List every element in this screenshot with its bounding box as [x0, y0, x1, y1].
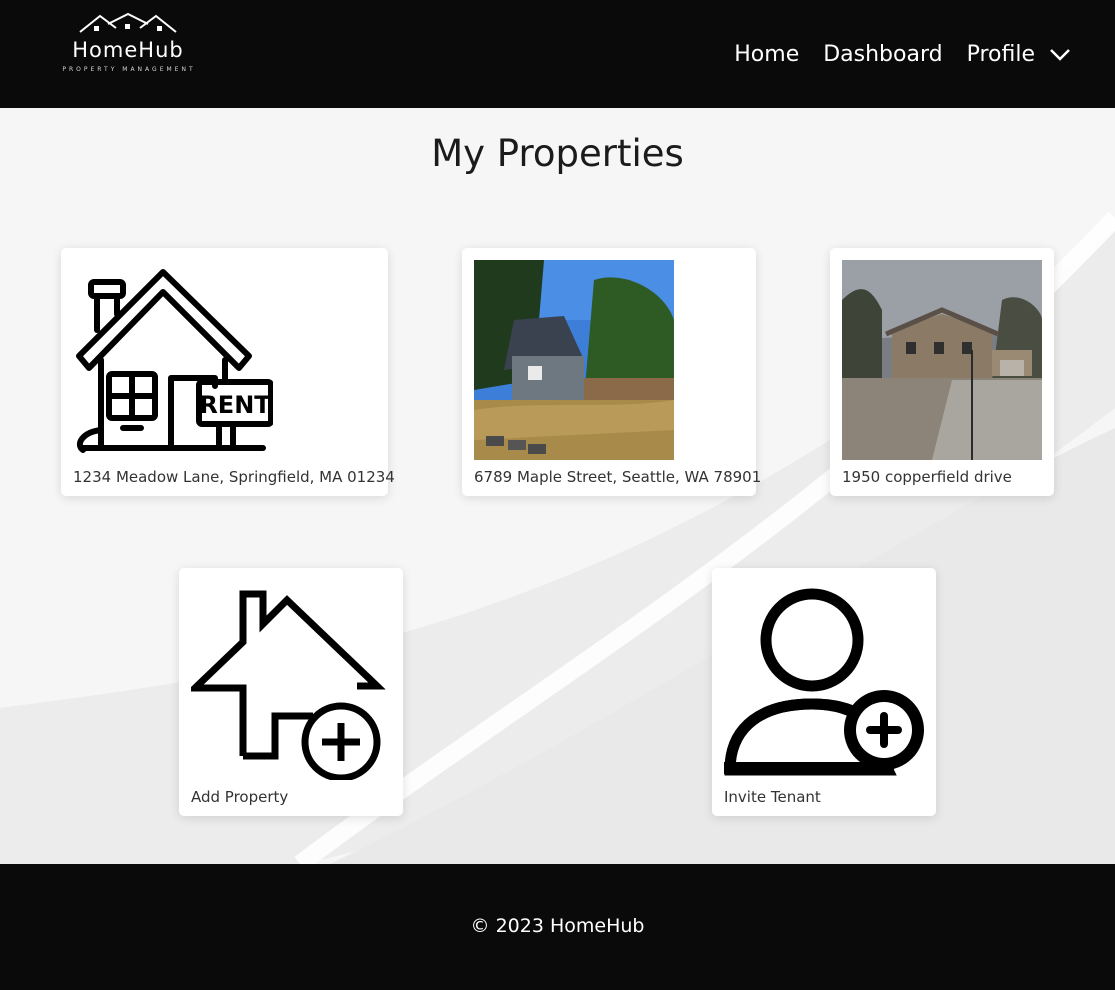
brand-tagline: PROPERTY MANAGEMENT: [62, 66, 196, 73]
nav-home-link[interactable]: Home: [734, 38, 799, 72]
add-property-label: Add Property: [191, 788, 289, 806]
chevron-down-icon: [1050, 49, 1070, 61]
main-nav: Home Dashboard Profile: [710, 38, 1071, 72]
roof-logo-icon: [79, 12, 177, 33]
svg-text:RENT: RENT: [199, 391, 271, 419]
brand-name: HomeHub: [72, 38, 184, 62]
house-photo: [842, 260, 1042, 460]
invite-tenant-card[interactable]: Invite Tenant: [712, 568, 936, 816]
brand-logo[interactable]: HomeHub PROPERTY MANAGEMENT: [48, 12, 213, 78]
property-card[interactable]: RENT 1234 Meadow Lane, Springfield, MA 0…: [61, 248, 395, 496]
property-address: 1234 Meadow Lane, Springfield, MA 01234: [73, 468, 395, 486]
house-rent-icon: RENT: [73, 260, 273, 460]
add-property-card[interactable]: Add Property: [179, 568, 403, 816]
property-address: 1950 copperfield drive: [842, 468, 1012, 486]
nav-profile-dropdown[interactable]: Profile: [967, 38, 1071, 72]
property-card[interactable]: 1950 copperfield drive: [830, 248, 1054, 496]
house-photo: [474, 260, 674, 460]
property-address: 6789 Maple Street, Seattle, WA 78901: [474, 468, 762, 486]
add-user-icon: [724, 580, 924, 780]
nav-dashboard-link[interactable]: Dashboard: [823, 38, 942, 72]
page-title: My Properties: [431, 132, 684, 175]
add-house-icon: [191, 580, 391, 780]
site-footer: © 2023 HomeHub: [0, 864, 1115, 990]
nav-profile-label: Profile: [966, 42, 1035, 67]
site-header: HomeHub PROPERTY MANAGEMENT Home Dashboa…: [0, 0, 1115, 108]
invite-tenant-label: Invite Tenant: [724, 788, 821, 806]
main-content: My Properties RENT 1234 Meadow Lane, Spr…: [0, 108, 1115, 864]
footer-copyright: © 2023 HomeHub: [470, 915, 645, 937]
property-card[interactable]: 6789 Maple Street, Seattle, WA 78901: [462, 248, 761, 496]
